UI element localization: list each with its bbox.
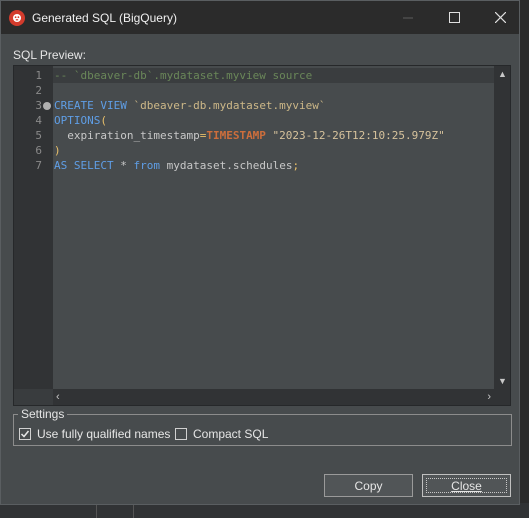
background-app-bottom (0, 503, 529, 518)
checkbox-box[interactable] (175, 428, 187, 440)
code-token: expiration_timestamp (54, 129, 200, 142)
fold-marker-icon[interactable] (43, 102, 51, 110)
code-token: OPTIONS (54, 114, 101, 127)
line-number: 4 (35, 114, 42, 127)
checkmark-icon (20, 430, 30, 438)
line-number: 1 (35, 69, 42, 82)
maximize-icon (448, 12, 460, 23)
code-token: mydataset.schedules (159, 159, 293, 172)
line-number-gutter: 1 2 3 4 5 6 7 (14, 66, 53, 389)
background-app-edge (520, 0, 529, 518)
dbeaver-logo-icon (9, 10, 25, 26)
scrollbar-corner (494, 389, 510, 405)
code-token: AS SELECT (54, 159, 114, 172)
settings-legend: Settings (18, 407, 68, 421)
use-fully-qualified-names-checkbox[interactable]: Use fully qualified names (19, 427, 170, 441)
minimize-button[interactable] (385, 1, 431, 34)
close-icon (494, 12, 506, 23)
line-number: 5 (35, 129, 42, 142)
code-token: -- `dbeaver-db`.mydataset.myview source (54, 69, 313, 82)
scroll-up-icon[interactable]: ▲ (498, 69, 507, 79)
close-button[interactable]: Close (422, 474, 511, 497)
code-line: ) (54, 143, 61, 158)
line-number: 3 (35, 99, 42, 112)
scroll-down-icon[interactable]: ▼ (498, 376, 507, 386)
code-token: ; (292, 159, 300, 172)
title-bar: Generated SQL (BigQuery) (1, 1, 519, 34)
code-token: * (113, 159, 134, 172)
code-token: TIMESTAMP (206, 129, 266, 142)
code-token: ( (100, 114, 107, 127)
code-token: from (133, 159, 160, 172)
checkbox-label: Compact SQL (193, 427, 269, 441)
line-number: 7 (35, 159, 42, 172)
sql-preview-label: SQL Preview: (13, 48, 86, 62)
line-number: 2 (35, 84, 42, 97)
generated-sql-dialog: Generated SQL (BigQuery) SQL Preview: 1 2… (0, 0, 520, 505)
code-token: `dbeaver-db.mydataset.myview` (133, 99, 326, 112)
scroll-left-icon[interactable]: ‹ (56, 391, 60, 403)
code-line: AS SELECT * from mydataset.schedules; (54, 158, 299, 173)
window-close-button[interactable] (477, 1, 523, 34)
code-line: CREATE VIEW `dbeaver-db.mydataset.myview… (54, 98, 326, 113)
sql-editor[interactable]: 1 2 3 4 5 6 7 -- `dbeaver-db`.mydataset.myview… (13, 65, 511, 406)
maximize-button[interactable] (431, 1, 477, 34)
checkbox-box[interactable] (19, 428, 31, 440)
code-token: ) (54, 144, 61, 157)
copy-button[interactable]: Copy (324, 474, 413, 497)
code-line: expiration_timestamp=TIMESTAMP "2023-12-… (54, 128, 445, 143)
code-line: -- `dbeaver-db`.mydataset.myview source (54, 68, 312, 83)
code-line: OPTIONS( (54, 113, 107, 128)
code-area[interactable]: -- `dbeaver-db`.mydataset.myview source C… (53, 66, 494, 389)
minimize-icon (403, 17, 413, 18)
window-title: Generated SQL (BigQuery) (32, 11, 177, 25)
code-token: "2023-12-26T12:10:25.979Z" (265, 129, 445, 142)
vertical-scrollbar[interactable]: ▲ ▼ (494, 66, 510, 389)
line-number: 6 (35, 144, 42, 157)
focus-ring (426, 478, 507, 493)
scroll-right-icon[interactable]: › (487, 391, 491, 403)
checkbox-label: Use fully qualified names (37, 427, 171, 441)
horizontal-scrollbar[interactable]: ‹ › (53, 389, 494, 405)
compact-sql-checkbox[interactable]: Compact SQL (175, 427, 268, 441)
code-token: CREATE VIEW (54, 99, 134, 112)
